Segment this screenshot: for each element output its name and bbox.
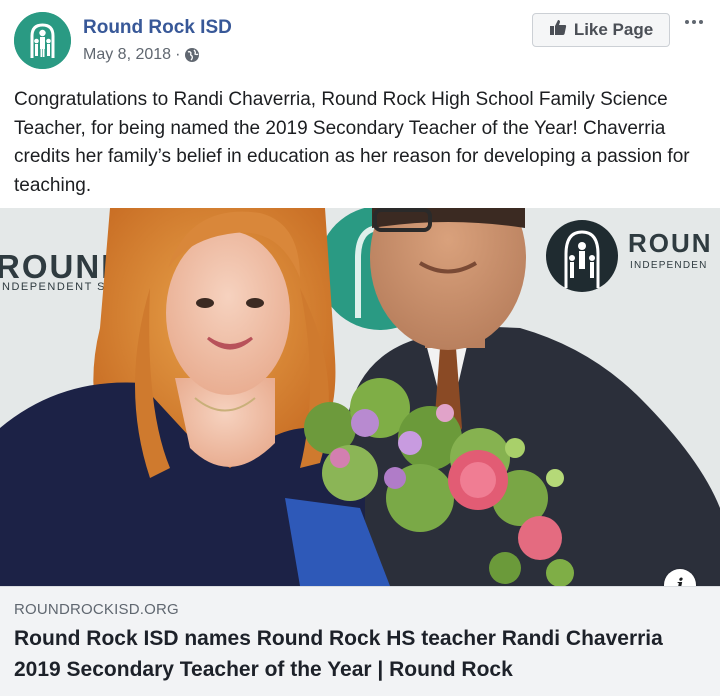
round-rock-isd-logo-icon (14, 12, 71, 69)
banner-right-line2: INDEPENDEN (630, 260, 708, 271)
post-header: Round Rock ISD May 8, 2018 · Like Page (0, 0, 720, 80)
link-domain: ROUNDROCKISD.ORG (14, 601, 179, 618)
post-date[interactable]: May 8, 2018 (83, 46, 171, 64)
photo-illustration: ROUND NDEPENDENT SC ROUN INDEPENDEN (0, 208, 720, 586)
page-name-link[interactable]: Round Rock ISD (83, 17, 232, 39)
banner-right-line1: ROUN (628, 228, 713, 258)
meta-separator: · (175, 46, 181, 63)
post-message: Congratulations to Randi Chaverria, Roun… (14, 89, 690, 196)
post-meta: May 8, 2018 · (83, 46, 200, 64)
like-page-button[interactable]: Like Page (532, 13, 670, 47)
link-title[interactable]: Round Rock ISD names Round Rock HS teach… (14, 623, 714, 685)
thumbs-up-icon (549, 19, 567, 41)
like-page-label: Like Page (573, 20, 654, 39)
more-options-icon[interactable] (680, 12, 708, 32)
banner-left-line2: NDEPENDENT SC (2, 281, 115, 293)
globe-icon (184, 47, 200, 63)
page-avatar[interactable] (14, 12, 71, 69)
link-preview-card[interactable]: ROUNDROCKISD.ORG Round Rock ISD names Ro… (0, 586, 720, 696)
post-photo[interactable]: ROUND NDEPENDENT SC ROUN INDEPENDEN i (0, 208, 720, 586)
